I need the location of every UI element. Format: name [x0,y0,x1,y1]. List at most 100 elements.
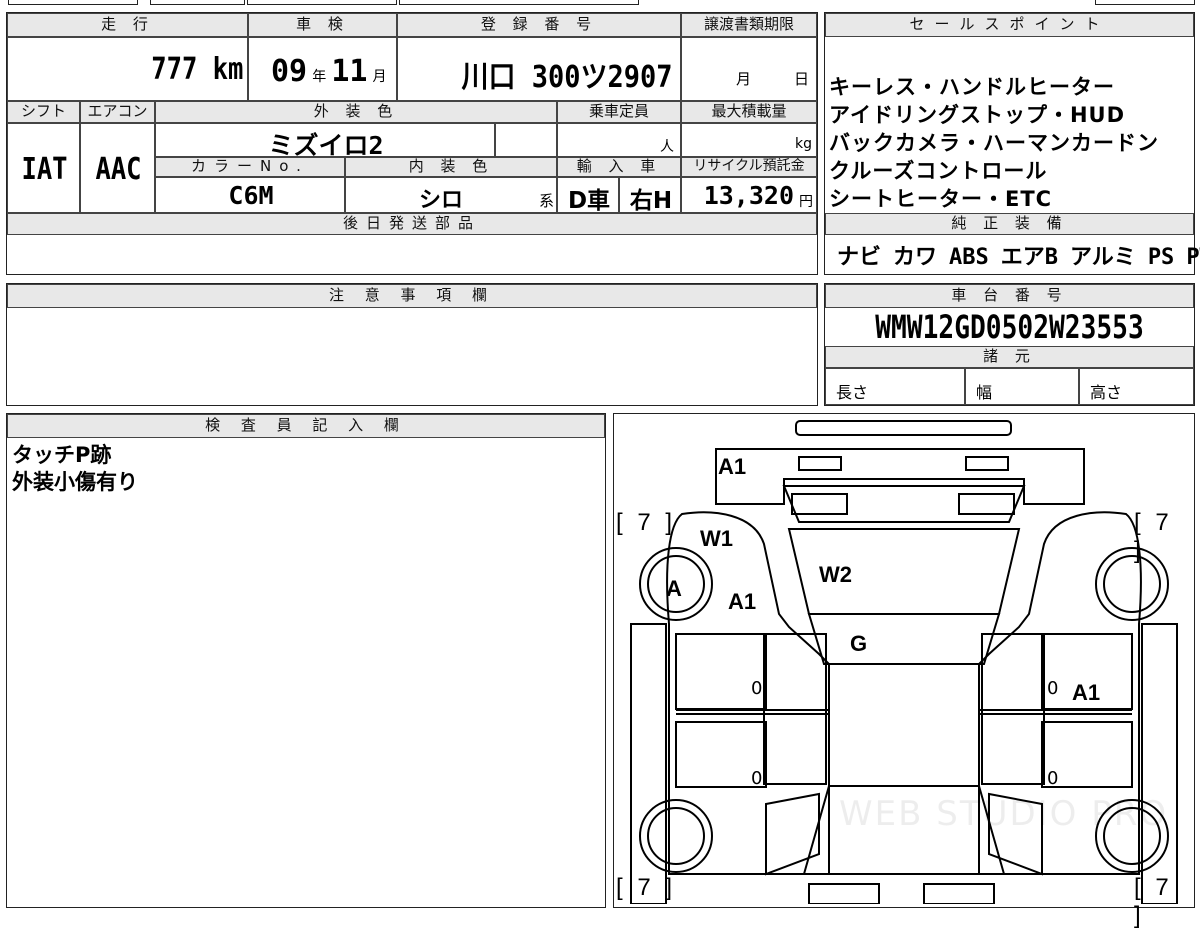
equipment-item: アルミ [1070,245,1136,270]
panel-mark-right-upper: 0 [1047,678,1059,699]
exterior-label: 外 装 色 [155,101,557,123]
import-label: 輸 入 車 [557,157,681,177]
equipment-item: PS [1147,245,1175,270]
later-parts-label: 後日発送部品 [7,213,817,235]
shift-label: シフト [7,101,80,123]
registration-label: 登 録 番 号 [397,13,681,37]
width-label: 幅 [976,383,993,402]
mileage-label: 走 行 [7,13,248,37]
equipment-item: エアB [1000,245,1059,270]
damage-mark-a: A [666,576,682,601]
recycle-label: リサイクル預託金 [681,157,817,177]
notes-label: 注 意 事 項 欄 [7,284,817,308]
inspector-notes: タッチP跡 外装小傷有り [12,442,138,496]
maxload-label: 最大積載量 [681,101,817,123]
sales-point-label: セールスポイント [825,13,1194,37]
shaken-month-unit: 月 [372,69,387,85]
notes-box: 注 意 事 項 欄 [6,283,818,406]
width-cell: 幅 [965,368,1079,405]
length-cell: 長さ [825,368,965,405]
shaken-month: 11 [331,54,368,89]
tire-tread-rear-right: [ 7 ] [1134,874,1173,929]
shaken-year-unit: 年 [312,69,327,85]
interior-cell: シロ 系 [345,177,557,213]
chassis-label: 車 台 番 号 [825,284,1194,308]
damage-mark-a1-left: A1 [728,589,757,614]
equipment-item: PW [1186,245,1200,270]
damage-mark-w1: W1 [700,526,733,551]
length-label: 長さ [836,383,869,402]
color-no-value: C6M [228,181,274,210]
inspector-note: 外装小傷有り [12,470,138,494]
equipment-label: 純 正 装 備 [825,213,1194,235]
sales-point-item: キーレス・ハンドルヒーター [829,75,1115,99]
height-label: 高さ [1090,383,1123,402]
equipment-list: ナビカワ ABS エアB アルミ PS PW [837,239,1200,271]
sales-point-item: シートヒーター・ETC [829,187,1053,211]
recycle-cell: 13,320 円 [681,177,817,213]
inspector-note: タッチP跡 [12,443,112,467]
height-cell: 高さ [1079,368,1194,405]
registration-value: 川口 300ツ2907 [460,60,672,95]
import-value-2: 右H [629,188,673,214]
import-cell-1: D車 [557,177,619,214]
tire-tread-front-left: [ 7 ] [616,509,677,536]
deadline-label: 譲渡書類期限 [681,13,817,37]
registration-cell: 川口 300ツ2907 [397,37,681,101]
sales-point-list: キーレス・ハンドルヒーター アイドリングストップ・HUD バックカメラ・ハーマン… [829,73,1194,213]
sales-point-item: バックカメラ・ハーマンカードン [829,131,1159,155]
sales-point-item: クルーズコントロール [829,159,1048,183]
aircon-label: エアコン [80,101,155,123]
panel-mark-left-upper: 0 [751,678,763,699]
deadline-month-unit: 月 [736,70,752,88]
maxload-cell: kg [681,123,817,157]
shaken-year: 09 [271,54,308,89]
color-no-cell: C6M [155,177,345,213]
sales-point-item: アイドリングストップ・HUD [829,103,1126,127]
deadline-day-unit: 日 [794,70,810,88]
shaken-cell: 09 年 11 月 [248,37,397,101]
exterior-cell: ミズイロ2 [155,123,495,160]
aircon-value: AAC [95,152,142,187]
inspector-box: 検 査 員 記 入 欄 タッチP跡 外装小傷有り [6,413,606,908]
capacity-label: 乗車定員 [557,101,681,123]
damage-mark-a1-right: A1 [1072,680,1101,705]
interior-label: 内 装 色 [345,157,557,177]
capacity-cell: 人 [557,123,681,157]
tire-tread-front-right: [ 7 ] [1134,509,1173,564]
chassis-number: WMW12GD0502W23553 [875,308,1144,346]
recycle-unit: 円 [799,194,813,210]
exterior-extra-cell [495,123,557,157]
top-cutoff-strip [0,0,1200,6]
watermark: WEB STUDIO PRO [839,794,1169,834]
car-diagram-box: A1 W1 A A1 W2 G A1 [ 7 ] [ 7 ] [ 7 ] [ 7… [613,413,1195,929]
tire-tread-rear-left: [ 7 ] [616,874,677,901]
aircon-cell: AAC [80,123,155,213]
interior-value: シロ [418,188,463,213]
equipment-item: カワ [893,245,938,270]
specs-label: 諸 元 [825,346,1194,368]
shift-value: IAT [21,152,68,187]
chassis-box: 車 台 番 号 WMW12GD0502W23553 諸 元 長さ 幅 高さ [824,283,1195,406]
mileage-value: 777 km [150,52,243,87]
capacity-unit: 人 [660,139,674,155]
import-cell-2: 右H [619,177,681,214]
equipment-item: ABS [949,245,989,270]
panel-mark-left-lower: 0 [751,768,763,789]
mileage-cell: 777 km [7,37,248,101]
color-no-label: カラーNo. [155,157,345,177]
inspector-label: 検 査 員 記 入 欄 [7,414,605,438]
interior-suffix: 系 [538,192,554,210]
maxload-unit: kg [795,136,812,152]
import-value-1: D車 [567,188,611,214]
sales-point-box: セールスポイント キーレス・ハンドルヒーター アイドリングストップ・HUD バッ… [824,12,1200,275]
equipment-item: ナビ [837,245,882,270]
shaken-label: 車 検 [248,13,397,37]
deadline-cell: 月 日 [681,37,817,101]
vehicle-info-table: 走 行 車 検 登 録 番 号 譲渡書類期限 777 km 09 年 11 月 … [6,12,818,275]
damage-mark-g: G [850,631,868,656]
panel-mark-right-lower: 0 [1047,768,1059,789]
recycle-value: 13,320 [703,181,794,210]
shift-cell: IAT [7,123,80,213]
damage-mark-a1-top: A1 [718,454,747,479]
